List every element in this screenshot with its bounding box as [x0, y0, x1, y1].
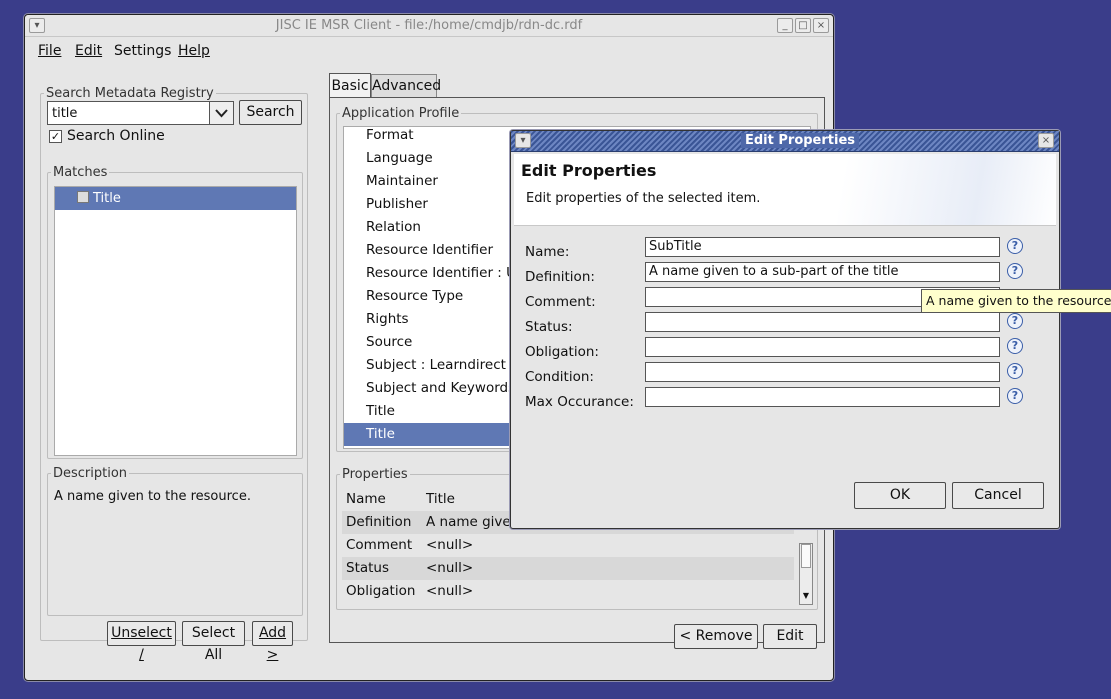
menu-help[interactable]: Help [178, 43, 210, 59]
edit-properties-dialog: ▾ Edit Properties × Edit Properties Edit… [510, 130, 1060, 529]
list-item[interactable]: Title [55, 187, 296, 210]
condition-field[interactable] [645, 362, 1000, 382]
matches-list[interactable]: Title [54, 186, 297, 456]
name-label: Name: [525, 244, 570, 260]
table-row[interactable]: Status <null> [342, 557, 794, 580]
tab-basic[interactable]: Basic [329, 73, 371, 98]
help-icon[interactable]: ? [1007, 363, 1023, 379]
status-field[interactable] [645, 312, 1000, 332]
search-dropdown-button[interactable] [209, 101, 234, 125]
menu-bar: File Edit Settings Help [25, 37, 833, 63]
description-group: Description A name given to the resource… [47, 466, 303, 616]
description-label: Description [51, 466, 130, 481]
definition-field[interactable]: A name given to a sub-part of the title [645, 262, 1000, 282]
select-all-button[interactable]: Select All [182, 621, 245, 663]
properties-label: Properties [340, 467, 410, 482]
comment-label: Comment: [525, 294, 596, 310]
search-input[interactable]: title [47, 101, 211, 125]
status-label: Status: [525, 319, 573, 335]
help-icon[interactable]: ? [1007, 238, 1023, 254]
menu-settings[interactable]: Settings [114, 43, 171, 59]
tooltip: A name given to the resource. [921, 289, 1111, 313]
scrollbar-thumb[interactable] [801, 544, 811, 568]
help-icon[interactable]: ? [1007, 263, 1023, 279]
edit-button[interactable]: Edit [763, 624, 817, 649]
properties-scrollbar[interactable]: ▼ [799, 543, 813, 605]
search-registry-label: Search Metadata Registry [44, 86, 216, 101]
match-checkbox[interactable] [77, 191, 89, 203]
application-profile-label: Application Profile [340, 106, 462, 121]
definition-label: Definition: [525, 269, 595, 285]
menu-file[interactable]: File [38, 43, 61, 59]
obligation-label: Obligation: [525, 344, 599, 360]
matches-label: Matches [51, 165, 110, 180]
dialog-banner: Edit Properties Edit properties of the s… [514, 154, 1056, 226]
max-occurance-label: Max Occurance: [525, 394, 634, 410]
title-bar[interactable]: ▾ JISC IE MSR Client - file:/home/cmdjb/… [25, 15, 833, 37]
search-online-checkbox[interactable]: ✓ [49, 130, 62, 143]
remove-button[interactable]: < Remove [674, 624, 758, 649]
help-icon[interactable]: ? [1007, 338, 1023, 354]
max-occurance-field[interactable] [645, 387, 1000, 407]
cancel-button[interactable]: Cancel [952, 482, 1044, 509]
dialog-subheading: Edit properties of the selected item. [526, 191, 761, 206]
name-field[interactable]: SubTitle [645, 237, 1000, 257]
add-button[interactable]: Add > [252, 621, 293, 663]
maximize-icon[interactable]: □ [795, 18, 811, 33]
search-registry-panel: Search Metadata Registry title Search ✓ … [40, 86, 308, 663]
scroll-down-icon[interactable]: ▼ [801, 590, 811, 602]
table-row[interactable]: Obligation <null> [342, 580, 794, 603]
dialog-title: Edit Properties [741, 133, 860, 148]
help-icon[interactable]: ? [1007, 388, 1023, 404]
description-text: A name given to the resource. [54, 489, 251, 504]
search-button[interactable]: Search [239, 100, 302, 125]
tab-advanced[interactable]: Advanced [371, 74, 441, 98]
close-icon[interactable]: × [813, 18, 829, 33]
dialog-title-bar[interactable]: ▾ Edit Properties × [511, 131, 1059, 152]
menu-edit[interactable]: Edit [75, 43, 102, 59]
help-icon[interactable]: ? [1007, 313, 1023, 329]
obligation-field[interactable] [645, 337, 1000, 357]
dialog-menu-icon[interactable]: ▾ [515, 133, 531, 148]
search-online-label: Search Online [67, 128, 165, 144]
dialog-close-icon[interactable]: × [1038, 133, 1054, 148]
dialog-heading: Edit Properties [521, 161, 657, 180]
table-row[interactable]: Comment <null> [342, 534, 794, 557]
chevron-down-icon [215, 109, 228, 118]
condition-label: Condition: [525, 369, 594, 385]
ok-button[interactable]: OK [854, 482, 946, 509]
window-title: JISC IE MSR Client - file:/home/cmdjb/rd… [275, 18, 583, 33]
matches-group: Matches Title [47, 165, 303, 459]
unselect-all-button[interactable]: Unselect / [107, 621, 176, 663]
minimize-icon[interactable]: _ [777, 18, 793, 33]
